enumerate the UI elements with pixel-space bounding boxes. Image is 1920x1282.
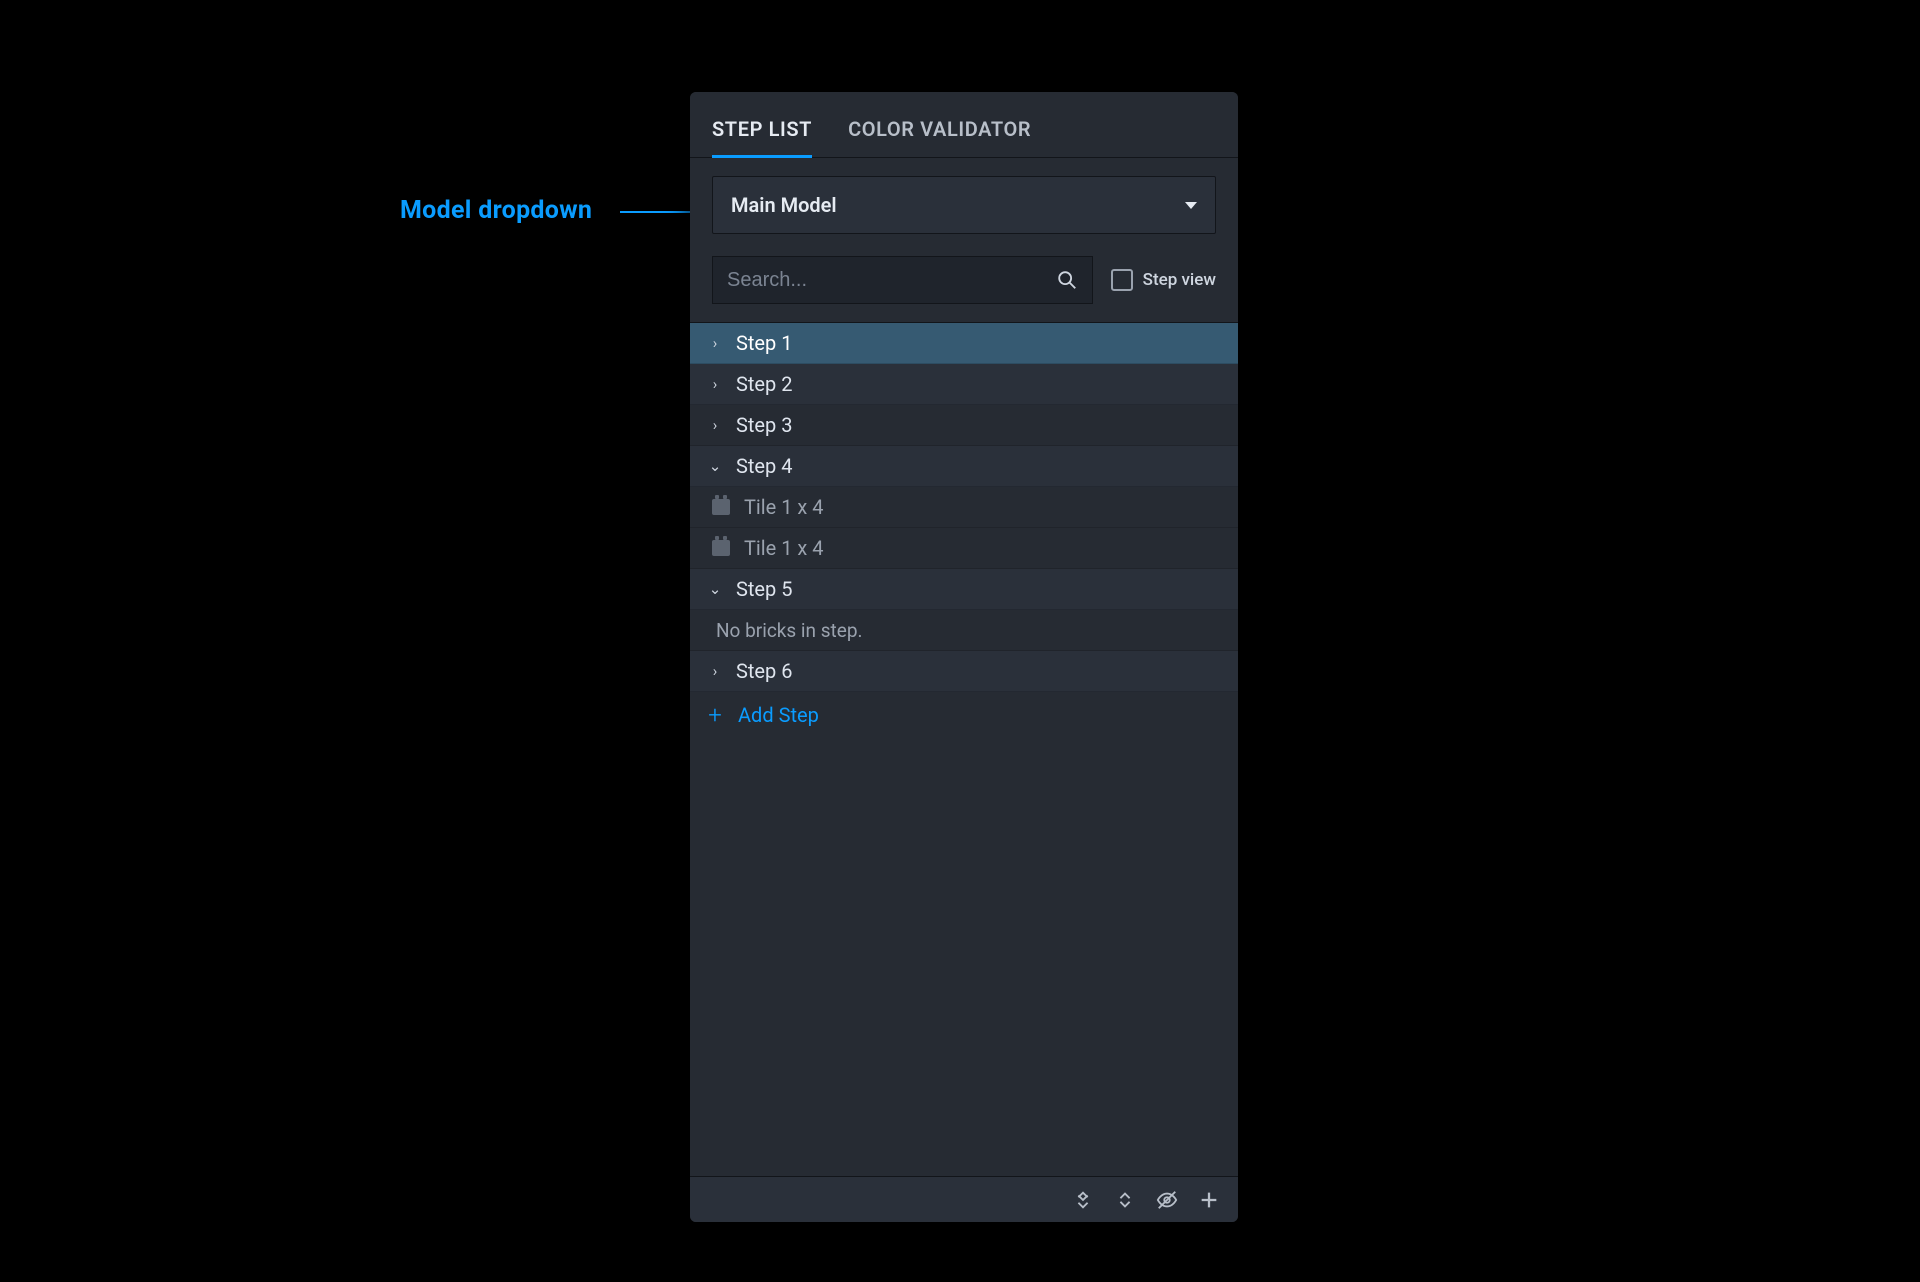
step-label: Step 3 — [736, 413, 792, 437]
tab-color-validator[interactable]: COLOR VALIDATOR — [848, 117, 1031, 157]
caret-down-icon — [1185, 202, 1197, 209]
search-input[interactable] — [727, 269, 1056, 292]
step-label: Step 2 — [736, 372, 792, 396]
chevron-down-icon: ⌄ — [708, 580, 722, 598]
add-step-label: Add Step — [738, 703, 819, 727]
tab-step-list[interactable]: STEP LIST — [712, 117, 812, 157]
step-row[interactable]: › Step 6 — [690, 651, 1238, 692]
plus-icon: + — [708, 701, 722, 729]
step-row[interactable]: › Step 2 — [690, 364, 1238, 405]
brick-row[interactable]: Tile 1 x 4 — [690, 528, 1238, 569]
step-label: Step 1 — [736, 331, 792, 355]
collapse-all-icon[interactable] — [1072, 1189, 1094, 1211]
chevron-right-icon: › — [708, 334, 722, 352]
expand-all-icon[interactable] — [1114, 1189, 1136, 1211]
step-view-label: Step view — [1143, 270, 1216, 290]
step-view-toggle[interactable]: Step view — [1111, 269, 1216, 291]
annotation-label: Model dropdown — [400, 196, 592, 225]
chevron-down-icon: ⌄ — [708, 457, 722, 475]
add-icon[interactable] — [1198, 1189, 1220, 1211]
step-row[interactable]: ⌄ Step 4 — [690, 446, 1238, 487]
model-dropdown-container: Main Model — [690, 158, 1238, 240]
chevron-right-icon: › — [708, 416, 722, 434]
checkbox-icon — [1111, 269, 1133, 291]
brick-row[interactable]: Tile 1 x 4 — [690, 487, 1238, 528]
annotation-leader-line — [620, 211, 696, 213]
brick-icon — [712, 540, 730, 556]
brick-label: Tile 1 x 4 — [744, 495, 824, 519]
step-list-panel: STEP LIST COLOR VALIDATOR Main Model Ste… — [690, 92, 1238, 1222]
step-list: › Step 1 › Step 2 › Step 3 ⌄ Step 4 Tile… — [690, 322, 1238, 1176]
step-row[interactable]: › Step 1 — [690, 323, 1238, 364]
chevron-right-icon: › — [708, 375, 722, 393]
step-label: Step 5 — [736, 577, 792, 601]
add-step-button[interactable]: + Add Step — [690, 692, 1238, 738]
search-row: Step view — [690, 240, 1238, 322]
step-empty-message: No bricks in step. — [690, 610, 1238, 651]
search-icon — [1056, 269, 1078, 291]
chevron-right-icon: › — [708, 662, 722, 680]
step-label: Step 4 — [736, 454, 792, 478]
step-row[interactable]: › Step 3 — [690, 405, 1238, 446]
step-label: Step 6 — [736, 659, 792, 683]
brick-label: Tile 1 x 4 — [744, 536, 824, 560]
tab-bar: STEP LIST COLOR VALIDATOR — [690, 92, 1238, 158]
model-dropdown[interactable]: Main Model — [712, 176, 1216, 234]
visibility-off-icon[interactable] — [1156, 1189, 1178, 1211]
model-dropdown-value: Main Model — [731, 193, 837, 217]
step-row[interactable]: ⌄ Step 5 — [690, 569, 1238, 610]
empty-text: No bricks in step. — [716, 619, 863, 642]
brick-icon — [712, 499, 730, 515]
search-field[interactable] — [712, 256, 1093, 304]
panel-footer — [690, 1176, 1238, 1222]
